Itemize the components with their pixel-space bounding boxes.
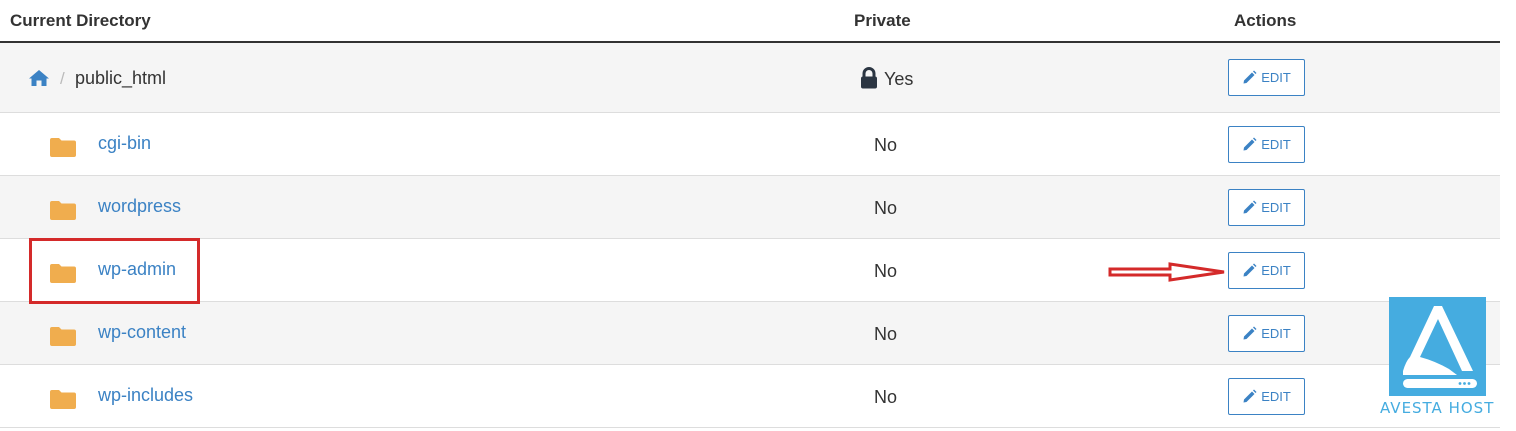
edit-button-wp-content[interactable]: EDIT xyxy=(1228,315,1305,352)
folder-link-cgi-bin[interactable]: cgi-bin xyxy=(98,133,151,154)
arrow-annotation-icon xyxy=(1108,262,1225,282)
table-row-root: / public_html Yes EDIT xyxy=(0,43,1500,113)
brand-watermark: AVESTA HOST xyxy=(1380,297,1494,421)
page: Current Directory Private Actions / publ… xyxy=(0,0,1516,431)
private-status: No xyxy=(874,387,898,407)
folder-link-wp-content[interactable]: wp-content xyxy=(98,322,186,343)
folder-icon xyxy=(50,138,76,157)
table-row: wp-content No EDIT xyxy=(0,302,1500,365)
private-status: No xyxy=(874,198,898,218)
folder-icon xyxy=(50,327,76,346)
highlight-box-annotation xyxy=(29,238,200,304)
edit-button-label: EDIT xyxy=(1261,263,1291,278)
breadcrumb-separator: / xyxy=(60,69,65,88)
edit-button-root[interactable]: EDIT xyxy=(1228,59,1305,96)
header-current-directory: Current Directory xyxy=(10,11,151,30)
header-private: Private xyxy=(854,11,911,30)
table-row: wp-includes No EDIT xyxy=(0,365,1500,428)
private-status-text: Yes xyxy=(884,69,914,89)
table-header: Current Directory Private Actions xyxy=(0,0,1500,43)
pencil-icon xyxy=(1243,389,1257,403)
table-row: cgi-bin No EDIT xyxy=(0,113,1500,176)
edit-button-wp-includes[interactable]: EDIT xyxy=(1228,378,1305,415)
pencil-icon xyxy=(1243,70,1257,84)
directory-privacy-table: Current Directory Private Actions / publ… xyxy=(0,0,1500,428)
edit-button-label: EDIT xyxy=(1261,200,1291,215)
private-status: No xyxy=(874,135,898,155)
table-row: wp-admin No EDIT xyxy=(0,239,1500,302)
edit-button-label: EDIT xyxy=(1261,389,1291,404)
folder-link-wordpress[interactable]: wordpress xyxy=(98,196,181,217)
folder-icon xyxy=(50,390,76,409)
pencil-icon xyxy=(1243,200,1257,214)
header-actions: Actions xyxy=(1234,11,1297,30)
folder-link-wp-includes[interactable]: wp-includes xyxy=(98,385,193,406)
home-icon[interactable] xyxy=(28,69,50,87)
private-status: No xyxy=(874,324,898,344)
table-row: wordpress No EDIT xyxy=(0,176,1500,239)
edit-button-wp-admin[interactable]: EDIT xyxy=(1228,252,1305,289)
edit-button-label: EDIT xyxy=(1261,137,1291,152)
private-status: No xyxy=(874,261,898,281)
private-status: Yes xyxy=(860,67,913,90)
lock-icon xyxy=(861,67,877,89)
breadcrumb-current: public_html xyxy=(75,68,167,88)
pencil-icon xyxy=(1243,263,1257,277)
brand-name: AVESTA HOST xyxy=(1380,399,1495,417)
edit-button-label: EDIT xyxy=(1261,70,1291,85)
edit-button-wordpress[interactable]: EDIT xyxy=(1228,189,1305,226)
pencil-icon xyxy=(1243,137,1257,151)
edit-button-cgi-bin[interactable]: EDIT xyxy=(1228,126,1305,163)
pencil-icon xyxy=(1243,326,1257,340)
edit-button-label: EDIT xyxy=(1261,326,1291,341)
folder-icon xyxy=(50,201,76,220)
avesta-host-logo-icon xyxy=(1389,297,1486,396)
